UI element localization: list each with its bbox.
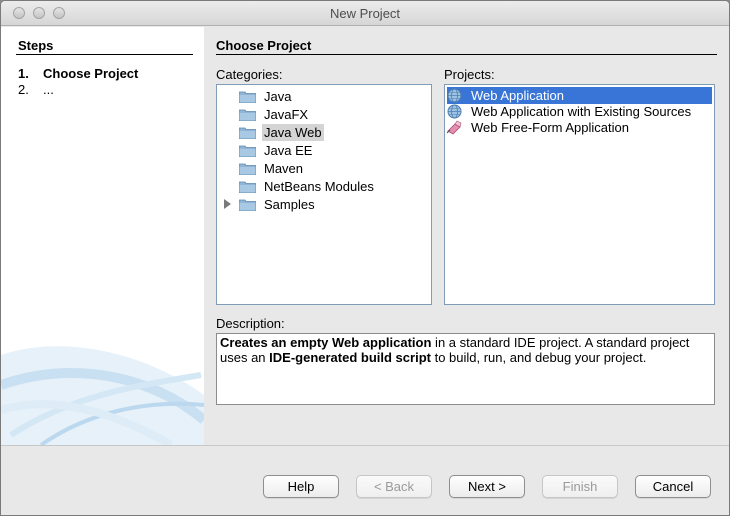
folder-icon (239, 109, 256, 121)
folder-icon (239, 91, 256, 103)
description-part: to build, run, and debug your project. (430, 350, 647, 365)
description-part: Creates an empty Web application (220, 335, 432, 350)
categories-label: Categories: (216, 67, 283, 82)
heading-divider (216, 54, 717, 55)
step-number: 1. (18, 66, 29, 81)
steps-divider (16, 54, 193, 55)
window-title: New Project (329, 6, 401, 21)
folder-icon (239, 181, 256, 193)
back-button[interactable]: < Back (356, 475, 432, 498)
step-item: 1. Choose Project (18, 66, 138, 81)
folder-icon (239, 127, 256, 139)
categories-tree[interactable]: Java JavaFX Java Web Java EE Maven NetBe… (216, 84, 432, 305)
description-label: Description: (216, 316, 285, 331)
next-button[interactable]: Next > (449, 475, 525, 498)
step-label: ... (43, 82, 54, 97)
description-part: IDE-generated build script (269, 350, 431, 365)
finish-button[interactable]: Finish (542, 475, 618, 498)
globe-icon (447, 104, 462, 119)
folder-icon (239, 145, 256, 157)
category-label: Java EE (264, 143, 313, 158)
project-item-web-application[interactable]: Web Application (447, 87, 712, 104)
step-item: 2.... (18, 82, 54, 97)
projects-label: Projects: (444, 67, 495, 82)
help-button[interactable]: Help (263, 475, 339, 498)
netbeans-swoosh-graphic (1, 346, 204, 445)
button-bar-divider (1, 445, 729, 446)
category-label: Java (264, 89, 292, 104)
category-label: Samples (264, 197, 315, 212)
free-form-icon (447, 120, 462, 135)
new-project-dialog: New Project Steps 1. Choose Project 2....… (0, 0, 730, 516)
category-label: Maven (264, 161, 304, 176)
description-text: Creates an empty Web application in a st… (216, 333, 715, 405)
step-number: 2. (18, 82, 29, 97)
steps-panel: Steps 1. Choose Project 2.... (1, 27, 204, 445)
category-label: NetBeans Modules (264, 179, 374, 194)
steps-title: Steps (18, 38, 54, 53)
globe-icon (447, 88, 462, 103)
cancel-button[interactable]: Cancel (635, 475, 711, 498)
project-label: Web Application with Existing Sources (471, 104, 692, 119)
step-label: Choose Project (43, 66, 139, 81)
projects-list[interactable]: Web Application Web Application with Exi… (444, 84, 715, 305)
folder-icon (239, 163, 256, 175)
page-title: Choose Project (216, 38, 312, 53)
expand-arrow-icon[interactable] (224, 199, 231, 209)
title-bar: New Project (1, 1, 729, 26)
project-item-web-free-form-application[interactable]: Web Free-Form Application (447, 119, 712, 136)
project-label: Web Application (471, 88, 564, 103)
category-label: JavaFX (264, 107, 309, 122)
project-item-web-application-existing-sources[interactable]: Web Application with Existing Sources (447, 103, 712, 120)
folder-icon (239, 199, 256, 211)
category-label: Java Web (262, 124, 324, 141)
project-label: Web Free-Form Application (471, 120, 629, 135)
